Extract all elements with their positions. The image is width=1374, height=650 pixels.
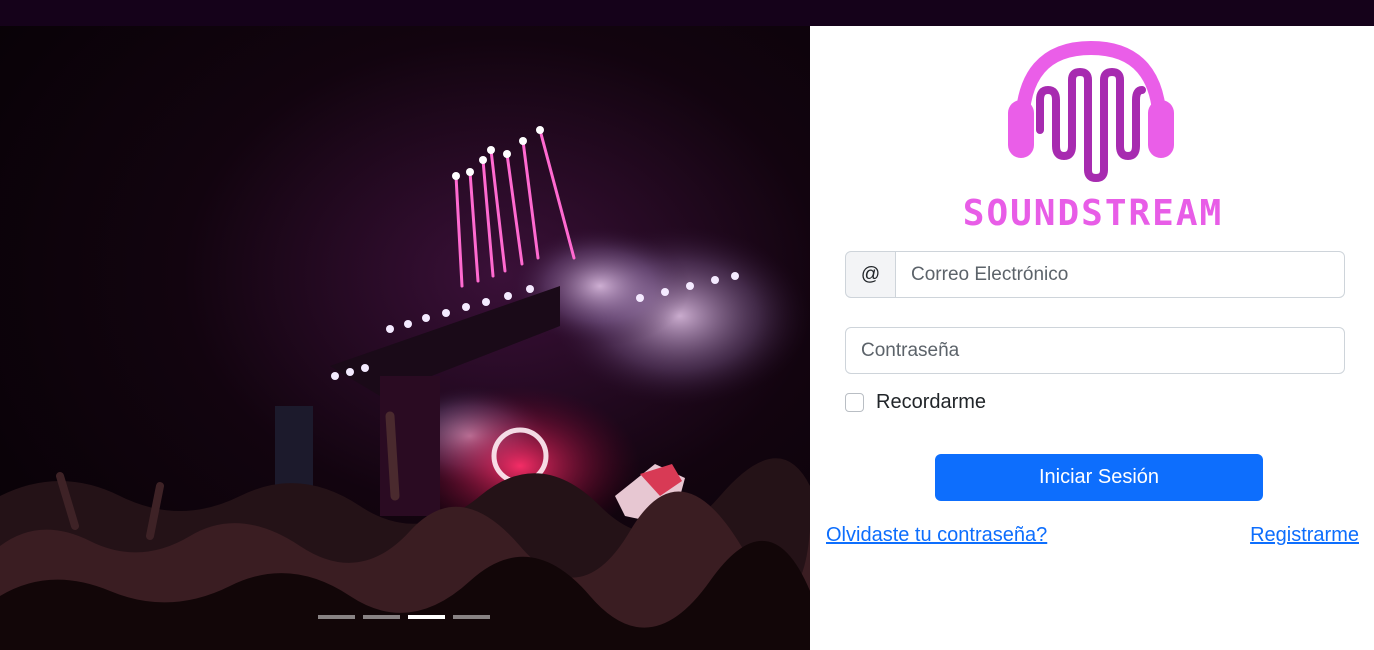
remember-me[interactable]: Recordarme bbox=[845, 390, 986, 414]
carousel-indicators bbox=[318, 615, 490, 619]
brand-name: SOUNDSTREAM bbox=[962, 193, 1224, 234]
remember-checkbox[interactable] bbox=[845, 392, 864, 412]
email-field[interactable] bbox=[896, 251, 1345, 298]
password-field[interactable] bbox=[845, 327, 1345, 374]
carousel-indicator-4[interactable] bbox=[453, 615, 490, 619]
register-link[interactable]: Registrarme bbox=[1250, 524, 1359, 547]
carousel[interactable] bbox=[0, 26, 810, 650]
carousel-indicator-3[interactable] bbox=[408, 615, 445, 619]
carousel-indicator-1[interactable] bbox=[318, 615, 355, 619]
forgot-password-link[interactable]: Olvidaste tu contraseña? bbox=[826, 524, 1047, 547]
at-sign-addon: @ bbox=[845, 251, 896, 298]
concert-photo bbox=[0, 126, 810, 650]
headphones-soundwave-icon bbox=[1008, 40, 1174, 183]
top-bar bbox=[0, 0, 1374, 26]
carousel-indicator-2[interactable] bbox=[363, 615, 400, 619]
login-button[interactable]: Iniciar Sesión bbox=[935, 454, 1263, 501]
remember-label: Recordarme bbox=[876, 390, 987, 413]
email-input-group: @ bbox=[845, 251, 1345, 298]
